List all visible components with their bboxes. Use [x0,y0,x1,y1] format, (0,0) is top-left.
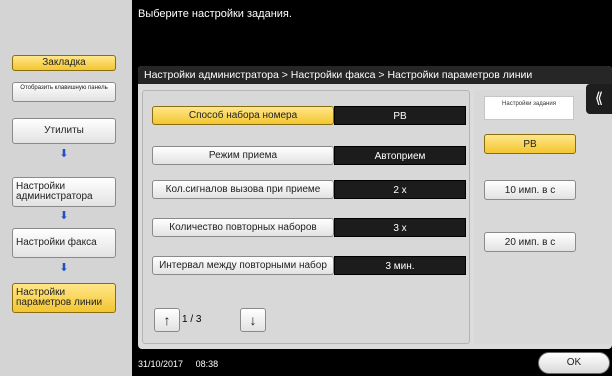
breadcrumb: Настройки администратора > Настройки фак… [138,66,612,84]
setting-redial-count-value: 3 x [334,218,466,237]
setting-dial-method-value: PB [334,106,466,125]
page-down-button[interactable]: ↓ [240,308,266,332]
setting-receive-mode-value: Автоприем [334,146,466,165]
nav-line-params[interactable]: Настройки параметров линии [12,283,116,313]
page-total: 3 [195,314,202,325]
job-settings-label: Настройки задания [484,96,574,120]
setting-redial-interval-value: 3 мин. [334,256,466,275]
nav-utilities[interactable]: Утилиты [12,118,116,144]
prompt-text: Выберите настройки задания. [138,8,292,20]
setting-redial-interval-label[interactable]: Интервал между повторными набор [152,256,334,275]
nav-fax-settings[interactable]: Настройки факса [12,228,116,258]
setting-ring-count-value: 2 x [334,180,466,199]
setting-ring-count-label[interactable]: Кол.сигналов вызова при приеме [152,180,334,199]
arrow-down-icon: ⬇ [59,262,69,274]
arrow-down-icon: ⬇ [59,210,69,222]
option-20pps[interactable]: 20 имп. в с [484,232,576,252]
nav-admin-settings[interactable]: Настройки администратора [12,177,116,207]
right-panel [474,90,612,344]
option-pb[interactable]: PB [484,134,576,154]
option-10pps[interactable]: 10 имп. в с [484,180,576,200]
back-button[interactable]: ⟪ [586,84,612,114]
page-current: 1 [182,314,188,325]
setting-receive-mode-label[interactable]: Режим приема [152,146,334,165]
double-left-arrow-icon: ⟪ [594,90,604,107]
page-up-button[interactable]: ↑ [154,308,180,332]
page-indicator: 1 / 3 [182,314,242,325]
setting-redial-count-label[interactable]: Количество повторных наборов [152,218,334,237]
setting-dial-method-label[interactable]: Способ набора номера [152,106,334,125]
down-arrow-icon: ↓ [249,312,257,328]
ok-button[interactable]: OK [538,352,610,374]
settings-area [142,90,470,344]
up-arrow-icon: ↑ [163,312,171,328]
bookmark-button[interactable]: Закладка [12,55,116,71]
time-text: 08:38 [195,359,219,369]
page-separator: / [190,314,194,325]
date-text: 31/10/2017 [138,359,184,369]
datetime: 31/10/2017 08:38 [138,359,218,369]
arrow-down-icon: ⬇ [59,148,69,160]
show-keypad-button[interactable]: Отобразить клавишную панель [12,82,116,102]
